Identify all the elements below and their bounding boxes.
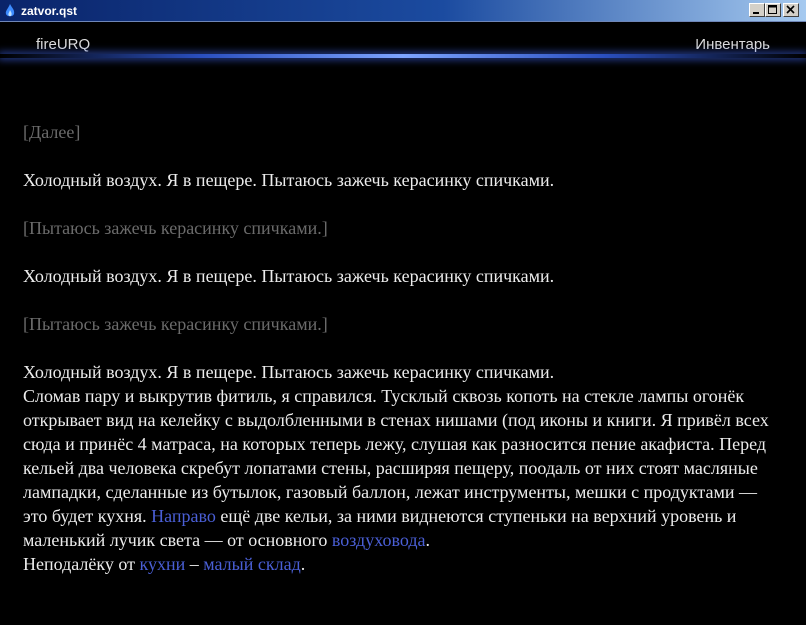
link-kitchen[interactable]: кухни (140, 554, 186, 574)
maximize-button[interactable] (765, 3, 781, 17)
app-header: fireURQ Инвентарь (0, 22, 806, 56)
maximize-icon (768, 5, 777, 14)
action-light-lamp[interactable]: [Пытаюсь зажечь керасинку спичками.] (23, 312, 783, 336)
window-title: zatvor.qst (21, 4, 78, 18)
minimize-icon (753, 12, 759, 14)
minimize-button[interactable] (749, 3, 765, 17)
link-small-storage[interactable]: малый склад (203, 554, 301, 574)
story-paragraph: Сломав пару и выкрутив фитиль, я справил… (23, 384, 783, 552)
story-text: Сломав пару и выкрутив фитиль, я справил… (23, 386, 769, 526)
story-line: Холодный воздух. Я в пещере. Пытаюсь заж… (23, 170, 555, 190)
app-brand: fireURQ (36, 36, 91, 53)
window-title-bar[interactable]: zatvor.qst (0, 0, 806, 22)
action-next[interactable]: [Далее] (23, 120, 783, 144)
header-glow-divider (0, 54, 806, 58)
link-right[interactable]: Направо (151, 506, 216, 526)
action-light-lamp[interactable]: [Пытаюсь зажечь керасинку спичками.] (23, 216, 783, 240)
flame-icon (5, 4, 15, 17)
story-text: Неподалёку от (23, 554, 140, 574)
story-text: – (185, 554, 204, 574)
story-content: [Далее] Холодный воздух. Я в пещере. Пыт… (23, 120, 783, 576)
story-line: Холодный воздух. Я в пещере. Пытаюсь заж… (23, 266, 555, 286)
close-button[interactable] (783, 3, 799, 17)
link-air-duct[interactable]: воздуховода (332, 530, 426, 550)
close-icon (786, 5, 795, 14)
inventory-button[interactable]: Инвентарь (695, 36, 770, 53)
story-paragraph: Неподалёку от кухни – малый склад. (23, 552, 783, 576)
story-text: . (425, 530, 431, 550)
story-text: . (300, 554, 306, 574)
story-line: Холодный воздух. Я в пещере. Пытаюсь заж… (23, 362, 555, 382)
